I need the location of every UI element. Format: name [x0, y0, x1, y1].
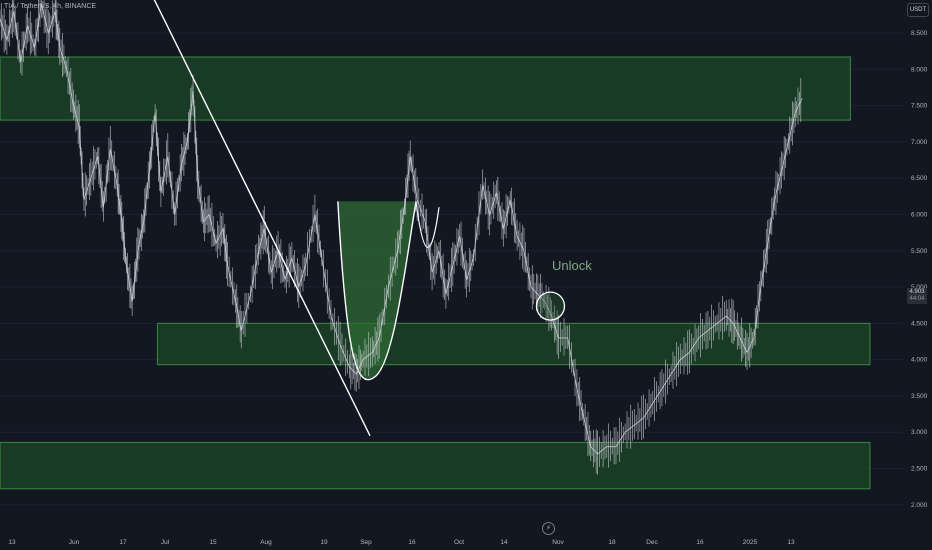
x-tick-label-16: 13 — [787, 539, 795, 546]
unlock-circle — [535, 291, 566, 321]
y-tick-label-13: 8.500 — [911, 30, 928, 37]
price-plot[interactable]: 2.0002.5003.0003.5004.0004.5005.0005.500… — [0, 0, 932, 550]
y-tick-label-1: 2.500 — [911, 466, 928, 473]
x-tick-label-13: Dec — [646, 539, 658, 546]
zone-0 — [0, 56, 851, 121]
x-tick-label-0: 13 — [8, 539, 16, 546]
x-tick-label-9: Oct — [454, 539, 464, 546]
x-tick-label-12: 18 — [608, 539, 616, 546]
x-tick-label-10: 14 — [500, 539, 508, 546]
y-tick-label-9: 6.500 — [911, 175, 928, 182]
y-tick-label-7: 5.500 — [911, 248, 928, 255]
y-tick-label-12: 8.000 — [911, 66, 928, 73]
y-tick-label-4: 4.000 — [911, 357, 928, 364]
candle-countdown: 44:04 — [909, 296, 925, 302]
x-tick-label-14: 16 — [696, 539, 704, 546]
chart-area[interactable]: 2.0002.5003.0003.5004.0004.5005.0005.500… — [0, 0, 932, 550]
y-tick-label-10: 7.000 — [911, 139, 928, 146]
unlock-annotation: Unlock — [552, 258, 592, 273]
x-tick-label-7: Sep — [360, 539, 372, 546]
x-tick-label-6: 19 — [320, 539, 328, 546]
x-tick-label-15: 2025 — [743, 539, 758, 546]
zone-2 — [0, 441, 871, 490]
x-tick-label-1: Jun — [69, 539, 80, 546]
y-tick-label-2: 3.000 — [911, 429, 928, 436]
y-tick-label-0: 2.000 — [911, 502, 928, 509]
x-tick-label-8: 16 — [408, 539, 416, 546]
symbol-title[interactable]: TIA / TetherUS, 4h, BINANCE — [4, 3, 96, 10]
lightning-icon[interactable]: ⚡ — [542, 522, 555, 535]
x-tick-label-3: Jul — [161, 539, 170, 546]
currency-badge[interactable]: USDT — [907, 3, 929, 17]
y-tick-label-3: 3.500 — [911, 393, 928, 400]
x-tick-label-11: Nov — [552, 539, 564, 546]
last-price-tag: 4.903 44:04 — [907, 288, 927, 304]
last-price-value: 4.903 — [909, 289, 925, 295]
x-tick-label-2: 17 — [119, 539, 127, 546]
x-tick-label-4: 15 — [209, 539, 217, 546]
y-tick-label-11: 7.500 — [911, 103, 928, 110]
y-tick-label-5: 4.500 — [911, 320, 928, 327]
x-tick-label-5: Aug — [260, 539, 272, 546]
y-tick-label-8: 6.000 — [911, 211, 928, 218]
zone-1 — [156, 322, 871, 366]
